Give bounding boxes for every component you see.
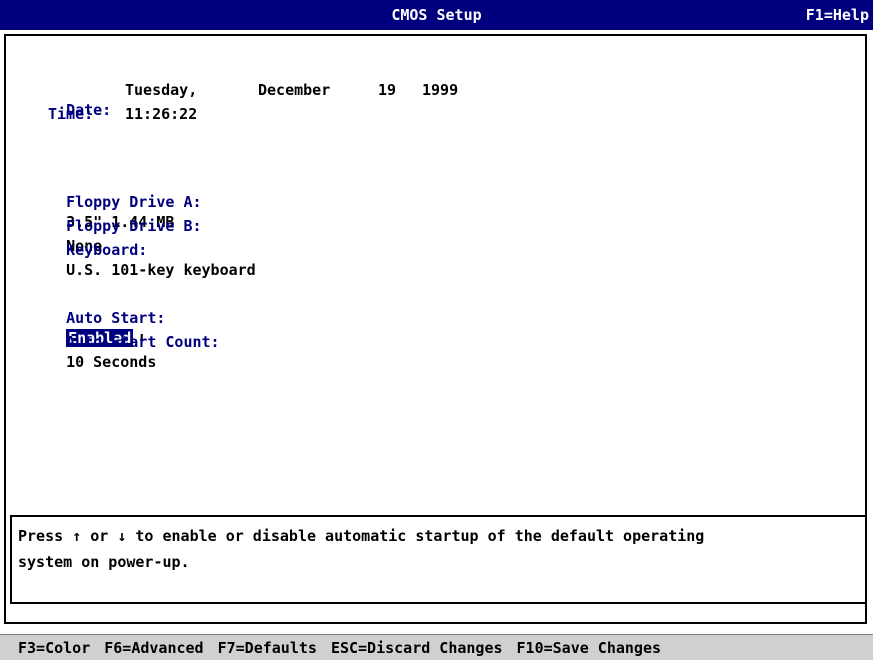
date-day[interactable]: 19: [378, 80, 396, 100]
help-panel: Press ↑ or ↓ to enable or disable automa…: [10, 515, 867, 604]
f7-defaults-key[interactable]: F7=Defaults: [218, 639, 317, 657]
help-key[interactable]: F1=Help: [806, 6, 869, 24]
help-line-2: system on power-up.: [18, 553, 190, 571]
date-month[interactable]: December: [258, 80, 330, 100]
keyboard-label: Keyboard:: [66, 241, 148, 259]
f6-advanced-key[interactable]: F6=Advanced: [104, 639, 203, 657]
title-bar: CMOS Setup F1=Help: [0, 0, 873, 30]
keyboard-value[interactable]: U.S. 101-key keyboard: [66, 261, 256, 279]
function-key-bar: F3=Color F6=Advanced F7=Defaults ESC=Dis…: [0, 634, 873, 660]
keyboard-row: Keyboard: U.S. 101-key keyboard: [48, 220, 256, 280]
f10-save-key[interactable]: F10=Save Changes: [517, 639, 662, 657]
date-year[interactable]: 1999: [422, 80, 458, 100]
time-value[interactable]: 11:26:22: [125, 104, 197, 124]
autostart-count-value[interactable]: 10 Seconds: [66, 353, 156, 371]
time-label: Time:: [48, 105, 94, 123]
esc-discard-key[interactable]: ESC=Discard Changes: [331, 639, 503, 657]
date-weekday[interactable]: Tuesday,: [125, 80, 197, 100]
page-title: CMOS Setup: [391, 6, 482, 24]
autostart-count-row: Auto Start Count: 10 Seconds: [48, 312, 220, 372]
autostart-count-label: Auto Start Count:: [66, 333, 220, 351]
help-line-1: Press ↑ or ↓ to enable or disable automa…: [18, 527, 705, 545]
f3-color-key[interactable]: F3=Color: [18, 639, 90, 657]
